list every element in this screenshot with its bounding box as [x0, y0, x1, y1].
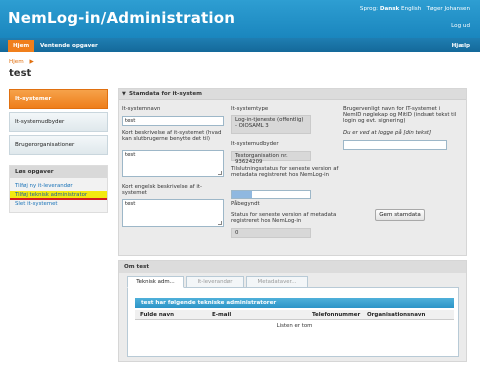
type-label: It-systemtype: [231, 106, 269, 112]
connection-progress-fill: [232, 191, 252, 198]
tab-tech-admin[interactable]: Teknisk adm...: [127, 276, 184, 288]
name-input[interactable]: test: [122, 116, 224, 126]
save-master-data-button[interactable]: Gem stamdata: [375, 209, 425, 221]
page-title: test: [9, 68, 32, 79]
connection-label: Tilslutningsstatus for seneste version a…: [231, 166, 339, 178]
tab-pending-tasks[interactable]: Ventende opgaver: [40, 40, 98, 52]
friendly-name-example: Du er ved at logge på [din tekst]: [343, 130, 432, 136]
lang-da-link[interactable]: Dansk: [380, 6, 399, 12]
breadcrumb: Hjem ▶: [9, 59, 34, 65]
eng-desc-value: test: [125, 201, 136, 207]
nav-bar: Hjem Ventende opgaver Hjælp: [0, 38, 480, 52]
sidebar-item-user-orgs[interactable]: Brugerorganisationer: [9, 135, 108, 155]
language-selector: Sprog: Dansk English Tøger Johansen: [360, 6, 470, 12]
language-label: Sprog:: [359, 6, 379, 12]
delete-it-system-link[interactable]: Slet it-systemet: [10, 200, 107, 209]
lang-en-link[interactable]: English: [401, 6, 421, 12]
resize-grip-icon[interactable]: [218, 221, 222, 225]
panel-header[interactable]: ▼ Stamdata for it-system: [119, 89, 466, 100]
short-desc-textarea[interactable]: test: [122, 150, 224, 177]
about-title: Om test: [119, 261, 466, 273]
breadcrumb-home[interactable]: Hjem: [9, 59, 24, 65]
column-email: E-mail: [212, 312, 232, 318]
add-it-supplier-link[interactable]: Tilføj ny it-leverandør: [10, 182, 107, 191]
tasks-title: Løs opgaver: [10, 166, 107, 178]
metadata-status-label: Status for seneste version af metadata r…: [231, 212, 337, 224]
breadcrumb-arrow-icon: ▶: [29, 59, 34, 65]
column-org-name: Organisationsnavn: [367, 312, 426, 318]
supplier-value: Testorganisation nr. 93624209: [231, 151, 311, 165]
tab-home[interactable]: Hjem: [8, 40, 35, 52]
connection-progress-bar: [231, 190, 311, 199]
tasks-box: Løs opgaver Tilføj ny it-leverandør Tilf…: [9, 165, 108, 213]
sidebar-item-it-systems[interactable]: It-systemer: [9, 89, 108, 109]
eng-desc-textarea[interactable]: test: [122, 199, 224, 227]
name-label: It-systemnavn: [122, 106, 161, 112]
eng-desc-label: Kort engelsk beskrivelse af it-systemet: [122, 184, 202, 196]
app-title: NemLog-in/Administration: [8, 9, 236, 27]
logout-link[interactable]: Log ud: [451, 23, 470, 29]
sidebar-item-it-supplier[interactable]: It-systemudbyder: [9, 112, 108, 132]
app-header: NemLog-in/Administration Sprog: Dansk En…: [0, 0, 480, 38]
panel-title: Stamdata for it-system: [129, 91, 202, 97]
admin-table-header: Fulde navn E-mail Telefonnummer Organisa…: [135, 310, 454, 320]
supplier-label: It-systemudbyder: [231, 141, 279, 147]
short-desc-label: Kort beskrivelse af it-systemet (hvad ka…: [122, 130, 222, 142]
add-tech-admin-link[interactable]: Tilføj teknisk administrator: [10, 191, 107, 200]
column-phone: Telefonnummer: [312, 312, 361, 318]
column-full-name: Fulde navn: [140, 312, 174, 318]
connection-status: Påbegyndt: [231, 201, 260, 207]
empty-list-message: Listen er tom: [276, 323, 313, 329]
admin-table-title: test har følgende tekniske administrator…: [135, 298, 454, 308]
user-name: Tøger Johansen: [426, 6, 470, 12]
short-desc-value: test: [125, 152, 136, 158]
collapse-triangle-icon: ▼: [122, 91, 126, 97]
friendly-name-label: Brugervenligt navn for IT-systemet i Nem…: [343, 106, 457, 124]
metadata-status-value: 0: [231, 228, 311, 238]
friendly-name-input[interactable]: [343, 140, 447, 150]
type-value: Log-in-tjeneste (offentlig) - OIOSAML 3: [231, 115, 311, 134]
help-link[interactable]: Hjælp: [452, 40, 470, 52]
resize-grip-icon[interactable]: [218, 171, 222, 175]
